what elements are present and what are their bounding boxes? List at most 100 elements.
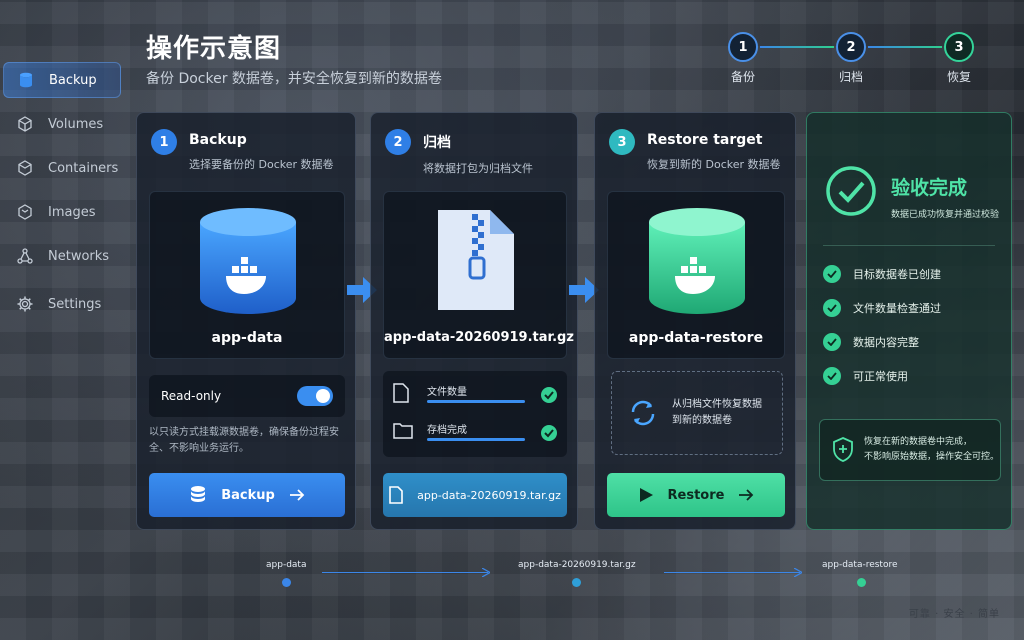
step-label: 恢复 [946, 70, 971, 84]
sidebar-item-label: Backup [49, 72, 97, 88]
timeline-dot [282, 578, 291, 587]
docker-volume-icon [200, 208, 296, 314]
verification-item-label: 文件数量检查通过 [853, 302, 941, 315]
check-icon [823, 333, 841, 351]
backup-panel: 1 Backup 选择要备份的 Docker 数据卷 app-data Read… [136, 112, 356, 530]
step-number: 1 [151, 129, 177, 155]
verification-item: 文件数量检查通过 [823, 299, 941, 317]
verification-title: 验收完成 [891, 177, 968, 199]
panel-title: 归档 [423, 135, 451, 151]
page-title: 操作示意图 [146, 34, 282, 64]
read-only-note: 以只读方式挂载源数据卷，确保备份过程安全、不影响业务运行。 [149, 427, 339, 454]
step-number: 2 [385, 129, 411, 155]
step-number: 3 [944, 32, 974, 62]
stepper-connector [760, 46, 834, 48]
checklist-item: 存档完成 [393, 421, 557, 451]
timeline-line [322, 572, 488, 573]
archive-checklist: 文件数量 存档完成 [383, 371, 567, 457]
check-circle-icon [541, 425, 557, 441]
panel-header: 1 Backup 选择要备份的 Docker 数据卷 [151, 129, 334, 172]
progress-bar [427, 400, 525, 403]
sidebar-item-volumes[interactable]: Volumes [0, 106, 130, 142]
sidebar-item-label: Settings [48, 296, 102, 312]
timeline-target-label: app-data-restore [822, 560, 898, 570]
docker-volume-icon [649, 208, 745, 314]
arrow-right-icon [289, 489, 305, 501]
arrow-right-icon [739, 489, 754, 501]
check-circle-icon [541, 387, 557, 403]
read-only-row: Read-only [149, 375, 345, 417]
divider [823, 245, 995, 246]
verification-item-label: 目标数据卷已创建 [853, 268, 941, 281]
button-label: app-data-20260919.tar.gz [417, 488, 561, 502]
sidebar-item-label: Networks [48, 248, 110, 264]
archive-file-button[interactable]: app-data-20260919.tar.gz [383, 473, 567, 517]
target-volume-card[interactable]: app-data-restore [607, 191, 785, 359]
document-icon [389, 486, 403, 504]
button-label: Restore [667, 487, 725, 503]
verification-panel: 验收完成 数据已成功恢复并通过校验 目标数据卷已创建 文件数量检查通过 数据内容… [806, 112, 1012, 530]
restore-info-box: 从归档文件恢复数据 到新的数据卷 [611, 371, 783, 455]
cube-icon [18, 116, 32, 132]
panel-title: Restore target [647, 132, 763, 148]
timeline-archive-label: app-data-20260919.tar.gz [518, 560, 636, 570]
arrow-head-icon [794, 568, 802, 577]
archive-filename: app-data-20260919.tar.gz [384, 330, 574, 345]
arrow-head-icon [482, 568, 490, 577]
sync-icon [631, 400, 655, 426]
checklist-label: 存档完成 [427, 425, 467, 436]
step-number: 2 [836, 32, 866, 62]
progress-stepper: 1 备份 2 归档 3 恢复 [726, 32, 976, 88]
progress-bar [427, 438, 525, 441]
sidebar: Backup Volumes Containers Images Network… [0, 62, 130, 330]
check-icon [823, 265, 841, 283]
sidebar-item-networks[interactable]: Networks [0, 238, 130, 274]
network-icon [17, 248, 33, 264]
timeline-dot [572, 578, 581, 587]
sidebar-item-settings[interactable]: Settings [0, 286, 130, 322]
check-icon [823, 299, 841, 317]
checklist-label: 文件数量 [427, 387, 467, 398]
restore-button[interactable]: Restore [607, 473, 785, 517]
sidebar-item-label: Containers [48, 160, 119, 176]
database-icon [191, 486, 206, 502]
safety-note-line: 不影响原始数据，操作安全可控。 [864, 452, 1000, 462]
verification-subtitle: 数据已成功恢复并通过校验 [891, 210, 1000, 220]
sidebar-item-label: Volumes [48, 116, 104, 132]
zip-file-icon [438, 210, 514, 310]
safety-note: 恢复在新的数据卷中完成， 不影响原始数据，操作安全可控。 [819, 419, 1001, 481]
panel-header: 3 Restore target 恢复到新的 Docker 数据卷 [609, 129, 781, 172]
verification-item: 目标数据卷已创建 [823, 265, 941, 283]
archive-file-card[interactable]: app-data-20260919.tar.gz [383, 191, 574, 359]
check-circle-icon [826, 166, 876, 216]
read-only-toggle[interactable] [297, 386, 333, 406]
verification-item: 可正常使用 [823, 367, 908, 385]
database-icon [20, 72, 32, 88]
sidebar-item-images[interactable]: Images [0, 194, 130, 230]
step-archive[interactable]: 2 归档 [834, 32, 868, 85]
timeline-dot [857, 578, 866, 587]
stepper-connector [868, 46, 942, 48]
layers-icon [18, 204, 32, 220]
panel-title: Backup [189, 132, 247, 148]
check-icon [823, 367, 841, 385]
sidebar-item-containers[interactable]: Containers [0, 150, 130, 186]
panel-description: 恢复到新的 Docker 数据卷 [647, 158, 781, 171]
restore-info-line: 到新的数据卷 [672, 415, 732, 426]
step-restore[interactable]: 3 恢复 [942, 32, 976, 85]
checklist-item: 文件数量 [393, 383, 557, 413]
container-icon [18, 160, 32, 176]
verification-item: 数据内容完整 [823, 333, 919, 351]
panel-header: 2 归档 将数据打包为归档文件 [385, 129, 533, 176]
source-volume-card[interactable]: app-data [149, 191, 345, 359]
step-backup[interactable]: 1 备份 [726, 32, 760, 85]
page-subtitle: 备份 Docker 数据卷，并安全恢复到新的数据卷 [146, 71, 442, 87]
backup-button[interactable]: Backup [149, 473, 345, 517]
step-label: 备份 [730, 70, 755, 84]
footer-tagline: 可靠 · 安全 · 简单 [908, 609, 1000, 620]
sidebar-item-backup[interactable]: Backup [3, 62, 121, 98]
volume-name: app-data [211, 330, 283, 346]
verification-item-label: 数据内容完整 [853, 336, 919, 349]
step-number: 3 [609, 129, 635, 155]
toggle-knob [316, 389, 330, 403]
